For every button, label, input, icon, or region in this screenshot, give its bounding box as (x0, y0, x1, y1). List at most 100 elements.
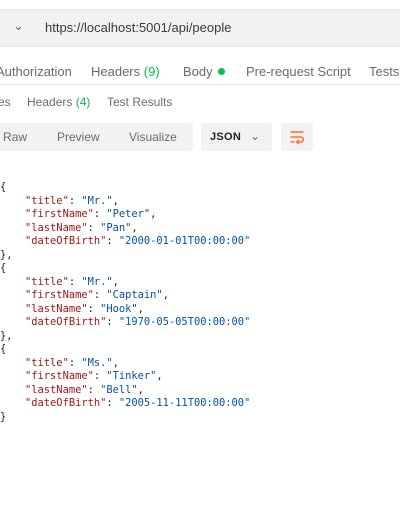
view-preview-button[interactable]: Preview (57, 130, 100, 144)
json-line: { (0, 181, 400, 195)
json-brace: { (0, 181, 7, 193)
json-comma: , (150, 208, 157, 220)
json-colon: : (87, 383, 101, 396)
response-tab-body[interactable]: es (0, 95, 11, 109)
json-line: "title": "Ms.", (0, 357, 400, 371)
json-string-value: "Bell" (100, 383, 138, 396)
json-line: "firstName": "Tinker", (0, 370, 400, 384)
json-line: { (0, 343, 400, 357)
json-line: "lastName": "Pan", (0, 222, 400, 236)
json-comma: , (137, 383, 144, 396)
json-comma: , (137, 302, 144, 315)
json-string-value: "Pan" (100, 221, 132, 234)
tab-label: Test Results (107, 95, 173, 109)
json-line: "firstName": "Peter", (0, 208, 400, 222)
format-selected-value: JSON (210, 131, 242, 143)
response-tab-test-results[interactable]: Test Results (107, 95, 172, 109)
json-colon: : (68, 356, 82, 369)
tab-authorization[interactable]: Authorization (0, 64, 72, 79)
tab-body[interactable]: Body (183, 64, 225, 79)
url-input[interactable]: https://localhost:5001/api/people (45, 20, 231, 35)
json-string-value: "1970-05-05T00:00:00" (118, 316, 251, 328)
json-line: "dateOfBirth": "2005-11-11T00:00:00" (0, 397, 400, 411)
tab-tests[interactable]: Tests (369, 64, 399, 79)
json-line: } (0, 411, 400, 425)
json-key: "firstName" (25, 289, 94, 301)
response-tab-headers[interactable]: Headers (4) (27, 95, 90, 109)
json-colon: : (93, 289, 107, 301)
tab-pre-request-script[interactable]: Pre-request Script (246, 64, 351, 79)
json-line: }, (0, 330, 400, 344)
json-colon: : (68, 194, 82, 207)
json-key: "dateOfBirth" (25, 397, 107, 409)
json-colon: : (87, 302, 101, 315)
json-comma: , (131, 221, 138, 234)
json-string-value: "Hook" (100, 302, 138, 315)
json-key: "lastName" (25, 383, 88, 396)
view-mode-group: Raw Preview Visualize (0, 123, 193, 151)
json-key: "lastName" (25, 221, 88, 234)
tab-label: Authorization (0, 64, 72, 79)
view-visualize-button[interactable]: Visualize (129, 130, 177, 144)
json-colon: : (106, 397, 119, 409)
tab-headers[interactable]: Headers (9) (91, 64, 160, 79)
json-colon: : (106, 235, 119, 247)
json-key: "firstName" (25, 370, 94, 382)
json-line: "title": "Mr.", (0, 276, 400, 290)
json-string-value: "Ms." (81, 356, 113, 369)
format-select[interactable]: JSON ⌄ (201, 123, 272, 151)
view-raw-button[interactable]: Raw (3, 130, 27, 144)
response-body-json: { "title": "Mr.", "firstName": "Peter", … (0, 181, 400, 424)
json-string-value: "Mr." (81, 275, 113, 288)
json-string-value: "Captain" (106, 289, 163, 301)
tab-label: Body (183, 64, 213, 79)
tabs-divider (0, 84, 400, 85)
json-string-value: "2000-01-01T00:00:00" (118, 235, 251, 247)
json-colon: : (106, 316, 119, 328)
json-string-value: "Peter" (106, 208, 151, 220)
json-key: "dateOfBirth" (25, 235, 107, 247)
json-brace: { (0, 343, 7, 355)
json-comma: , (112, 194, 119, 207)
wrap-lines-button[interactable] (281, 123, 313, 151)
chevron-down-icon: ⌄ (250, 129, 261, 143)
json-colon: : (93, 208, 107, 220)
json-brace: } (0, 410, 7, 423)
json-line: "dateOfBirth": "1970-05-05T00:00:00" (0, 316, 400, 330)
json-comma: , (112, 275, 119, 288)
json-brace: }, (0, 329, 13, 342)
json-comma: , (156, 370, 163, 382)
method-chevron-down-icon[interactable]: ⌄ (13, 18, 24, 34)
json-key: "title" (25, 275, 69, 288)
json-colon: : (87, 221, 101, 234)
json-line: "dateOfBirth": "2000-01-01T00:00:00" (0, 235, 400, 249)
json-comma: , (112, 356, 119, 369)
json-line: { (0, 262, 400, 276)
tab-label: Pre-request Script (246, 64, 351, 79)
tab-label: Headers (91, 64, 141, 79)
tab-label: Tests (369, 64, 400, 79)
tab-label: es (0, 95, 11, 109)
response-headers-count-badge: (4) (75, 95, 91, 109)
json-key: "title" (25, 194, 69, 207)
json-string-value: "Tinker" (106, 370, 157, 382)
json-brace: }, (0, 248, 13, 261)
json-key: "firstName" (25, 208, 94, 220)
json-line: "firstName": "Captain", (0, 289, 400, 303)
json-brace: { (0, 262, 7, 274)
body-status-dot-icon (217, 68, 225, 75)
url-bar[interactable]: ⌄ https://localhost:5001/api/people (0, 9, 400, 47)
json-line: "title": "Mr.", (0, 195, 400, 209)
json-key: "title" (25, 356, 69, 369)
json-comma: , (162, 289, 169, 301)
